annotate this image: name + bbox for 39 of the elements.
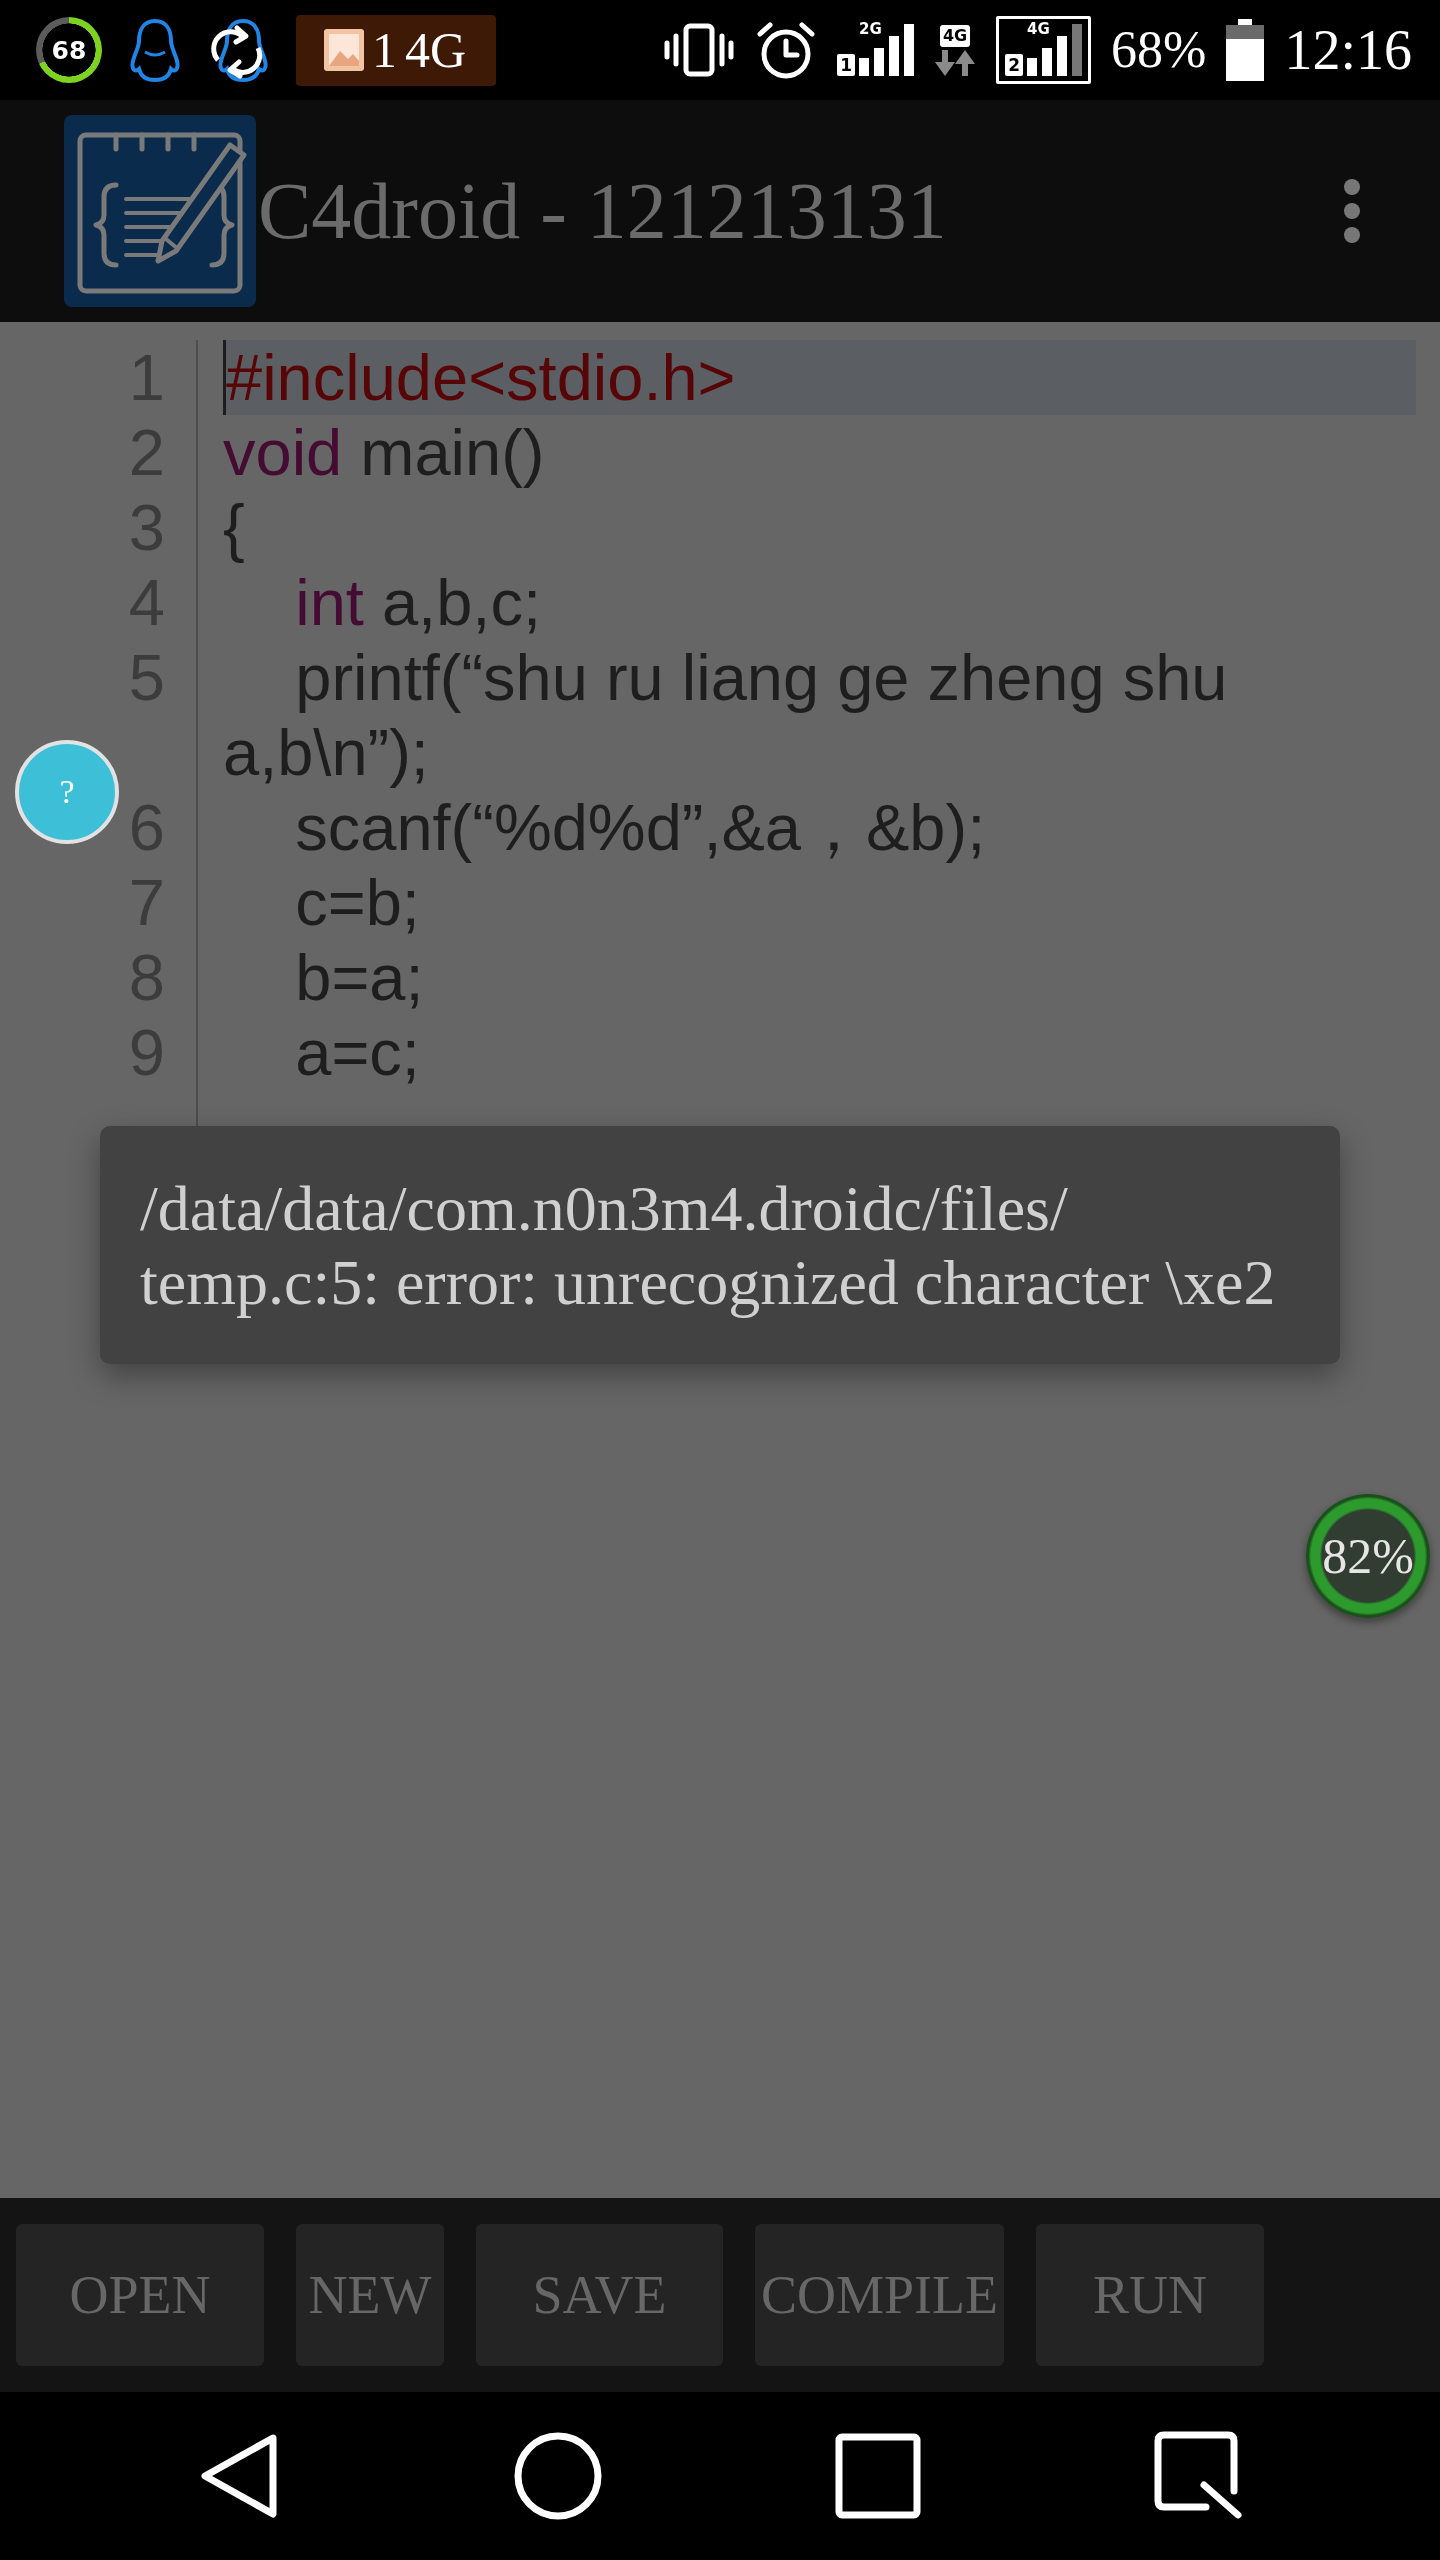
home-icon[interactable] [513, 2432, 602, 2520]
more-options-icon[interactable] [1343, 178, 1361, 244]
notification-chip[interactable]: 1 4G [296, 14, 497, 86]
code-line: #include<stdio.h> [226, 341, 736, 414]
vibrate-icon [663, 22, 736, 78]
code-line: void main() [223, 416, 545, 489]
toolbar-button[interactable]: RUN [1036, 2224, 1264, 2366]
notepad-pencil-icon [64, 115, 256, 307]
code-line: int a,b,c; [294, 566, 541, 639]
code-line: a=c; [294, 1016, 420, 1089]
clock-time: 12:16 [1284, 22, 1412, 78]
code-line: { [223, 491, 245, 564]
toolbar-button[interactable]: SAVE [476, 2224, 723, 2366]
sim-number: 1 [837, 54, 856, 76]
code-line: b=a; [294, 941, 424, 1014]
up-down-arrows-icon [934, 49, 977, 76]
ring-gauge: 68 [36, 17, 102, 83]
toolbar-button[interactable]: OPEN [16, 2224, 264, 2366]
picture-icon [324, 29, 364, 71]
error-message: /data/data/com.n0n3m4.droidc/files/ temp.c:5: error: unrecognized character \xe2 [140, 1172, 1277, 1320]
network-type: 4G [1027, 20, 1050, 38]
alarm-clock-icon [755, 19, 818, 81]
square-hook-icon[interactable] [1153, 2431, 1244, 2521]
signal-bars-icon [859, 24, 915, 76]
code-line: c=b; [294, 866, 420, 939]
app-title: C4droid - 121213131 [258, 171, 947, 251]
code-line: printf(“shu ru liang ge zheng shu a,b\n”); [223, 641, 1229, 789]
square-icon[interactable] [834, 2433, 921, 2519]
data-badge: 4G [939, 24, 971, 47]
sim-number: 2 [1005, 54, 1024, 76]
notification-count: 1 [372, 25, 397, 75]
battery-icon [1226, 19, 1265, 81]
network-type: 2G [859, 20, 882, 38]
code-line: scanf(“%d%d”,&a，&b); [294, 791, 986, 864]
toolbar-button[interactable]: NEW [296, 2224, 444, 2366]
signal-bars-icon [1027, 24, 1083, 76]
network-label: 4G [405, 25, 467, 75]
battery-percent: 68% [1111, 24, 1207, 76]
toolbar-button[interactable]: COMPILE [755, 2224, 1004, 2366]
